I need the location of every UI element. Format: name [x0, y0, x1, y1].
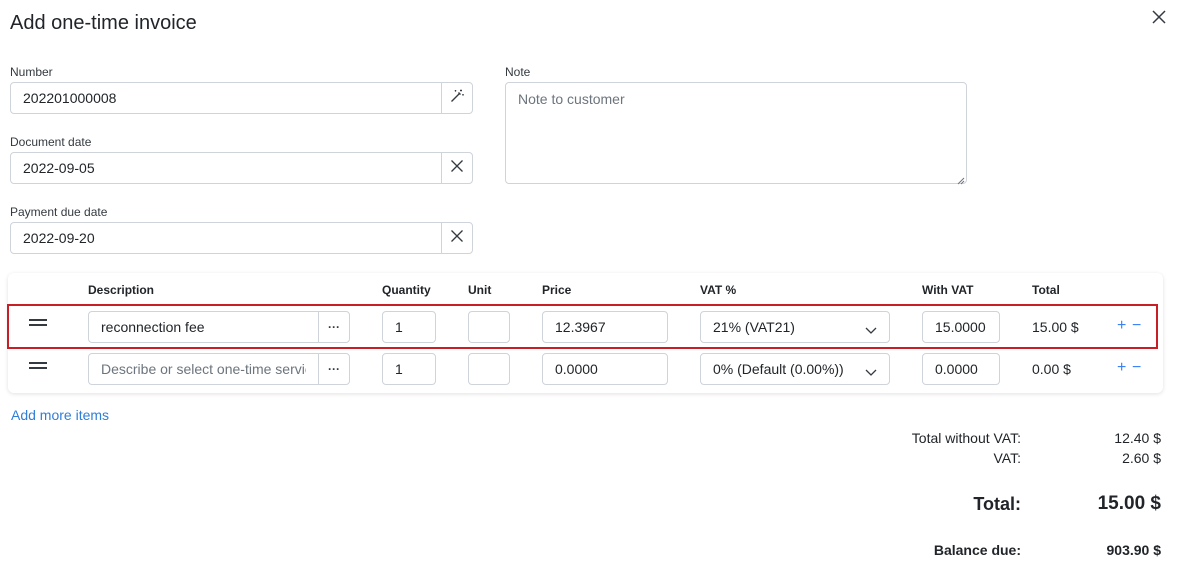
total-value: 15.00 $ [1097, 493, 1161, 514]
payment-due-date-label: Payment due date [10, 205, 108, 219]
item-price-input[interactable] [542, 311, 668, 343]
total-label: Total: [973, 494, 1021, 514]
balance-due-label: Balance due: [933, 542, 1021, 558]
number-label: Number [10, 65, 53, 79]
add-row-button[interactable]: + [1117, 360, 1126, 376]
remove-row-button[interactable]: − [1132, 318, 1141, 334]
header-description: Description [88, 283, 155, 297]
more-icon: ··· [328, 320, 340, 334]
magic-wand-icon [449, 88, 465, 109]
modal-title: Add one-time invoice [10, 12, 197, 34]
header-quantity: Quantity [382, 283, 431, 297]
header-with-vat: With VAT [922, 283, 974, 297]
item-vat-value: 0% (Default (0.00%)) [713, 361, 844, 377]
header-total: Total [1032, 283, 1060, 297]
item-vat-select[interactable]: 21% (VAT21) [700, 311, 890, 343]
chevron-down-icon [865, 364, 877, 376]
number-input[interactable] [10, 82, 442, 114]
note-textarea[interactable] [505, 82, 967, 184]
clear-document-date-button[interactable] [441, 152, 473, 184]
vat-value: 2.60 $ [1122, 450, 1161, 466]
total-without-vat-label: Total without VAT: [911, 430, 1021, 446]
generate-number-button[interactable] [441, 82, 473, 114]
balance-due-value: 903.90 $ [1106, 542, 1162, 558]
item-total: 15.00 $ [1032, 319, 1079, 335]
vat-label: VAT: [993, 450, 1022, 466]
item-with-vat-input[interactable] [922, 311, 1000, 343]
item-unit-input[interactable] [468, 311, 510, 343]
chevron-down-icon [865, 322, 877, 334]
header-unit: Unit [468, 283, 492, 297]
clear-payment-due-date-button[interactable] [441, 222, 473, 254]
select-service-button[interactable]: ··· [318, 311, 350, 343]
note-label: Note [505, 65, 531, 79]
item-price-input[interactable] [542, 353, 668, 385]
total-without-vat-value: 12.40 $ [1114, 430, 1161, 446]
select-service-button[interactable]: ··· [318, 353, 350, 385]
document-date-label: Document date [10, 135, 92, 149]
item-description-input[interactable] [88, 311, 319, 343]
clear-icon [450, 229, 464, 248]
remove-row-button[interactable]: − [1132, 360, 1141, 376]
drag-handle-icon[interactable] [29, 362, 47, 370]
close-icon[interactable] [1150, 8, 1168, 26]
payment-due-date-input[interactable] [10, 222, 442, 254]
add-more-items-link[interactable]: Add more items [11, 407, 109, 423]
item-vat-value: 21% (VAT21) [713, 319, 795, 335]
item-vat-select[interactable]: 0% (Default (0.00%)) [700, 353, 890, 385]
item-quantity-input[interactable] [382, 353, 436, 385]
document-date-input[interactable] [10, 152, 442, 184]
item-quantity-input[interactable] [382, 311, 436, 343]
header-price: Price [542, 283, 572, 297]
resize-grip-icon[interactable] [955, 172, 965, 185]
more-icon: ··· [328, 362, 340, 376]
item-total: 0.00 $ [1032, 361, 1071, 377]
header-vat: VAT % [700, 283, 737, 297]
clear-icon [450, 159, 464, 178]
item-unit-input[interactable] [468, 353, 510, 385]
drag-handle-icon[interactable] [29, 319, 47, 327]
item-description-input[interactable] [88, 353, 319, 385]
add-row-button[interactable]: + [1117, 318, 1126, 334]
item-with-vat-input[interactable] [922, 353, 1000, 385]
